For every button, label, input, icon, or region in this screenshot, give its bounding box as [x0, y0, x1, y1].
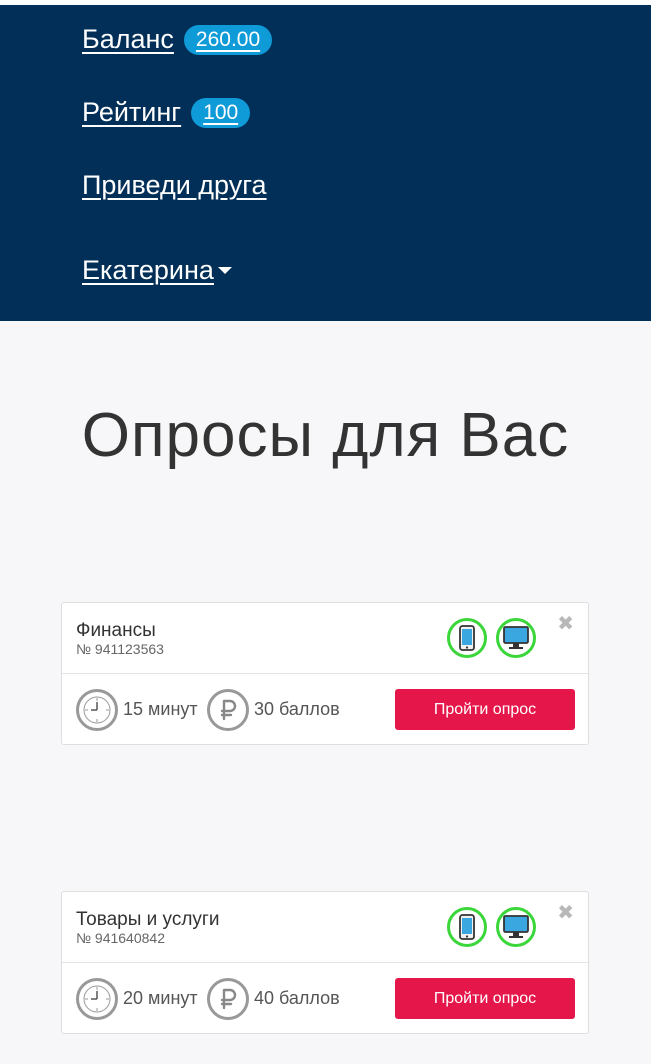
survey-number: № 941123563: [76, 641, 164, 657]
ruble-icon: [207, 978, 249, 1020]
survey-points: 40 баллов: [254, 988, 340, 1008]
invite-friend-label: Приведи друга: [82, 170, 267, 200]
balance-badge: 260.00: [183, 24, 273, 55]
survey-title: Финансы: [76, 620, 156, 641]
survey-title: Товары и услуги: [76, 909, 220, 930]
survey-card: Финансы № 941123563 ✖ 15 минут 30 баллов…: [61, 602, 589, 745]
survey-card-header: Товары и услуги № 941640842 ✖: [62, 892, 588, 963]
ruble-icon: [207, 689, 249, 731]
user-name: Екатерина: [82, 255, 214, 285]
clock-icon: [76, 689, 118, 731]
take-survey-button[interactable]: Пройти опрос: [395, 689, 575, 730]
balance-link[interactable]: Баланс 260.00: [82, 24, 273, 55]
rating-label: Рейтинг: [82, 97, 182, 127]
desktop-icon: [496, 618, 536, 658]
top-navigation: Баланс 260.00 Рейтинг 100 Приведи друга …: [0, 0, 651, 321]
take-survey-button[interactable]: Пройти опрос: [395, 978, 575, 1019]
user-menu-dropdown[interactable]: Екатерина: [82, 255, 232, 286]
close-icon[interactable]: ✖: [557, 900, 574, 925]
clock-icon: [76, 978, 118, 1020]
close-icon[interactable]: ✖: [557, 611, 574, 636]
rating-link[interactable]: Рейтинг 100: [82, 97, 251, 128]
survey-points: 30 баллов: [254, 699, 340, 719]
desktop-icon: [496, 907, 536, 947]
balance-label: Баланс: [82, 24, 174, 54]
survey-number: № 941640842: [76, 930, 165, 946]
invite-friend-link[interactable]: Приведи друга: [82, 170, 267, 201]
survey-card-header: Финансы № 941123563 ✖: [62, 603, 588, 674]
survey-card: Товары и услуги № 941640842 ✖ 20 минут 4…: [61, 891, 589, 1034]
rating-badge: 100: [191, 97, 251, 128]
survey-duration: 15 минут: [123, 699, 198, 719]
smartphone-icon: [447, 907, 487, 947]
page-title: Опросы для Вас: [81, 401, 570, 470]
caret-down-icon: [217, 267, 232, 274]
smartphone-icon: [447, 618, 487, 658]
survey-duration: 20 минут: [123, 988, 198, 1008]
